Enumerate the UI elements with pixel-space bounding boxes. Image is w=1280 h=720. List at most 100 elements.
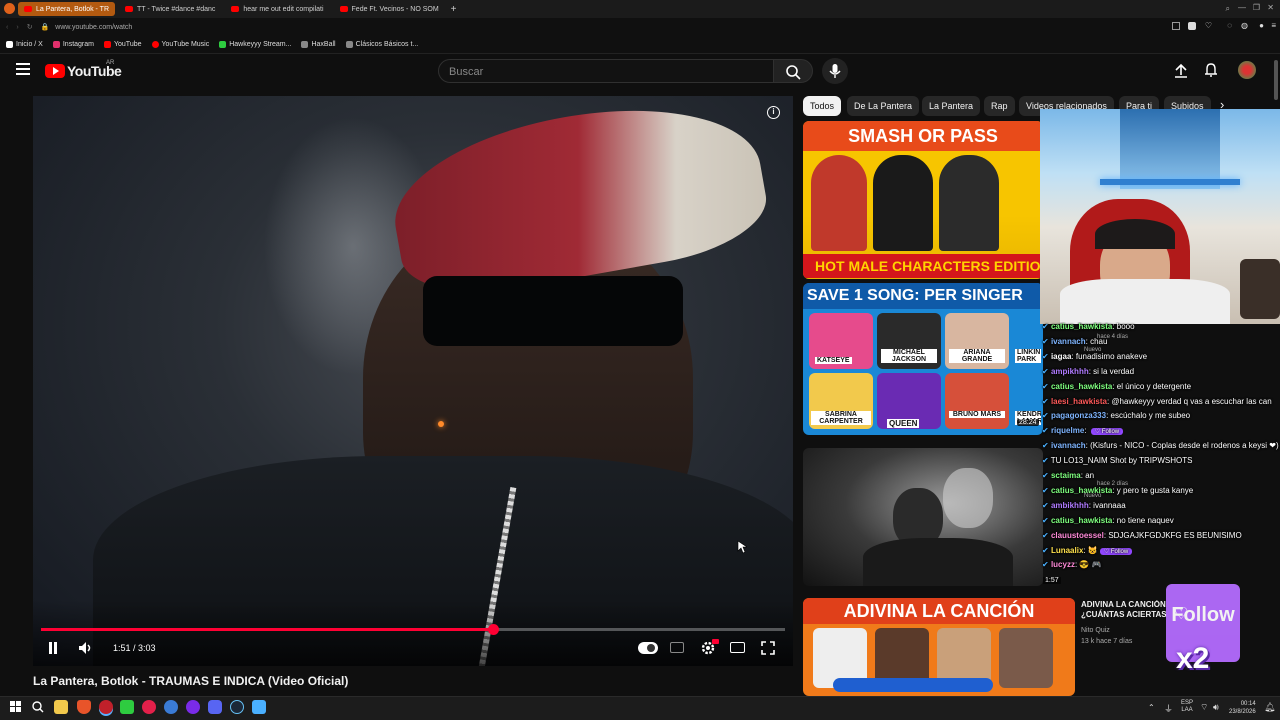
extensions-icon[interactable] bbox=[1172, 22, 1180, 30]
page-scrollbar[interactable] bbox=[1274, 60, 1278, 100]
chat-username[interactable]: laesi_hawkista bbox=[1051, 397, 1107, 406]
shield-icon[interactable] bbox=[1188, 22, 1196, 30]
chat-follow-badge: ♡ Follow bbox=[1099, 547, 1133, 555]
bookmark-hawkeyyy[interactable]: Hawkeyyy Stream... bbox=[219, 41, 291, 48]
chat-username[interactable]: catius_hawkista bbox=[1051, 382, 1112, 391]
rec-thumbnail-adivina-la-cancion[interactable]: ADIVINA LA CANCIÓN bbox=[803, 598, 1075, 696]
tab-4[interactable]: Fede Ft. Vecinos - NO SOM bbox=[334, 2, 445, 16]
forward-icon[interactable]: › bbox=[16, 24, 18, 31]
chat-badge-icon: ✔ bbox=[1042, 351, 1051, 361]
tab-3[interactable]: hear me out edit compilati bbox=[225, 2, 329, 16]
wallet-icon[interactable]: ◍ bbox=[1241, 21, 1248, 30]
rec-channel[interactable]: Nito Quiz bbox=[1081, 627, 1110, 634]
tab-2[interactable]: TT - Twice #dance #danc bbox=[119, 2, 221, 16]
chat-username[interactable]: ambikhhh bbox=[1051, 501, 1089, 510]
theater-mode-icon[interactable] bbox=[730, 642, 745, 653]
chat-username[interactable]: ivannach bbox=[1051, 441, 1086, 450]
upload-icon[interactable] bbox=[1173, 63, 1189, 79]
rec-thumbnail-save-one-song[interactable]: SAVE 1 SONG: PER SINGER KATSEYE MICHAEL … bbox=[803, 283, 1043, 435]
hamburger-menu-icon[interactable] bbox=[16, 63, 30, 75]
maximize-icon[interactable]: ❐ bbox=[1253, 3, 1260, 12]
notifications-bell-icon[interactable] bbox=[1203, 62, 1219, 78]
discord-icon[interactable] bbox=[208, 700, 222, 714]
chat-message: ✔ sctaima: an bbox=[1042, 471, 1095, 480]
chip-la-pantera[interactable]: La Pantera bbox=[922, 96, 981, 116]
subtitles-icon[interactable] bbox=[670, 642, 684, 653]
chat-username[interactable]: riquelme bbox=[1051, 426, 1084, 435]
chat-username[interactable]: sctaima bbox=[1051, 471, 1081, 480]
tab-active[interactable]: La Pantera, Botlok - TR bbox=[18, 2, 116, 16]
notepad-icon[interactable] bbox=[252, 700, 266, 714]
chat-username[interactable]: catius_hawkista bbox=[1051, 322, 1112, 331]
chat-username[interactable]: clauustoessel bbox=[1051, 531, 1104, 540]
chat-badge-icon: ✔ bbox=[1042, 500, 1051, 510]
usb-icon[interactable]: ⏚ bbox=[1164, 702, 1173, 715]
rec-thumbnail-smash-or-pass[interactable]: SMASH OR PASS HOT MALE CHARACTERS EDITIO… bbox=[803, 121, 1043, 279]
language-indicator[interactable]: ESP LAA bbox=[1181, 700, 1193, 714]
chat-username[interactable]: pagagonza333 bbox=[1051, 411, 1106, 420]
tray-chevron-icon[interactable]: ⌃ bbox=[1148, 703, 1155, 712]
chip-de-la-pantera[interactable]: De La Pantera bbox=[847, 96, 920, 116]
progress-scrubber[interactable] bbox=[487, 624, 499, 635]
face-3 bbox=[939, 155, 999, 251]
chat-username[interactable]: ampikhhh bbox=[1051, 367, 1089, 376]
search-tabs-icon[interactable]: ⌕ bbox=[1226, 4, 1230, 14]
progress-bar[interactable] bbox=[41, 624, 785, 635]
rec-thumbnail-bw-music-video[interactable] bbox=[803, 448, 1043, 586]
back-icon[interactable]: ‹ bbox=[6, 24, 8, 31]
autoplay-toggle[interactable] bbox=[638, 642, 658, 654]
webcam-feed bbox=[1040, 109, 1280, 324]
chat-username[interactable]: iagaa bbox=[1051, 352, 1071, 361]
pause-button[interactable] bbox=[47, 642, 59, 654]
obs-icon[interactable] bbox=[186, 700, 200, 714]
bookmark-youtube-music[interactable]: YouTube Music bbox=[151, 41, 209, 48]
bookmark-youtube[interactable]: YouTube bbox=[103, 41, 142, 48]
chat-message: ✔ ambikhhh: ivannaaa bbox=[1042, 500, 1126, 510]
url-field[interactable]: www.youtube.com/watch bbox=[55, 24, 132, 31]
youtube-logo-icon[interactable] bbox=[45, 64, 65, 78]
video-player[interactable]: i bbox=[33, 96, 793, 666]
bookmark-haxball[interactable]: HaxBall bbox=[301, 41, 336, 48]
chat-username[interactable]: catius_hawkista bbox=[1051, 486, 1112, 495]
wifi-icon[interactable]: ⌔ bbox=[1200, 702, 1208, 713]
heart-icon[interactable]: ♡ bbox=[1205, 21, 1212, 30]
search-input[interactable]: Buscar bbox=[438, 59, 774, 83]
reload-icon[interactable]: ↻ bbox=[27, 23, 33, 31]
info-icon[interactable]: i bbox=[767, 106, 780, 119]
chat-username[interactable]: lucyzz bbox=[1051, 560, 1075, 569]
media-player-icon[interactable] bbox=[142, 700, 156, 714]
bookmark-clasicos[interactable]: Clásicos Básicos t... bbox=[345, 41, 418, 48]
voice-search-button[interactable] bbox=[822, 58, 848, 84]
minimize-icon[interactable]: — bbox=[1238, 3, 1246, 12]
menu-icon[interactable]: ≡ bbox=[1271, 21, 1276, 30]
clock[interactable]: 00:14 23/8/2026 bbox=[1229, 700, 1256, 716]
steam-icon[interactable] bbox=[230, 700, 244, 714]
bookmark-x[interactable]: Inicio / X bbox=[6, 41, 43, 48]
avatar[interactable] bbox=[1238, 61, 1256, 79]
kick-app-icon[interactable] bbox=[120, 700, 134, 714]
opera-icon[interactable] bbox=[99, 700, 113, 714]
windows-start-icon[interactable] bbox=[9, 700, 23, 714]
chip-todos[interactable]: Todos bbox=[803, 96, 842, 116]
chat-icon[interactable]: ◌ bbox=[1227, 21, 1232, 30]
brave-icon[interactable] bbox=[77, 700, 91, 714]
notification-center-icon[interactable]: 🔔︎ bbox=[1264, 702, 1275, 713]
chat-username[interactable]: catius_hawkista bbox=[1051, 516, 1112, 525]
search-button[interactable] bbox=[773, 59, 813, 83]
fullscreen-icon[interactable] bbox=[760, 640, 776, 656]
chip-rap[interactable]: Rap bbox=[984, 96, 1015, 116]
volume-icon[interactable] bbox=[77, 640, 95, 656]
rec-title[interactable]: ADIVINA LA CANCIÓN ¿CUÁNTAS ACIERTAS bbox=[1081, 600, 1171, 620]
new-tab-button[interactable]: + bbox=[451, 4, 457, 15]
speaker-icon[interactable]: 🔊︎ bbox=[1213, 702, 1219, 713]
browser-logo-icon[interactable] bbox=[4, 3, 15, 14]
taskbar-search-icon[interactable] bbox=[31, 700, 45, 714]
profile-icon[interactable]: ● bbox=[1259, 21, 1264, 30]
app-icon-blue[interactable] bbox=[164, 700, 178, 714]
close-window-icon[interactable]: ✕ bbox=[1267, 3, 1274, 12]
chat-username[interactable]: Lunaalix bbox=[1051, 546, 1083, 555]
chat-username[interactable]: ivannach bbox=[1051, 337, 1086, 346]
bookmark-instagram[interactable]: Instagram bbox=[52, 41, 94, 48]
chat-message: ✔ riquelme: ♡ Follow bbox=[1042, 426, 1124, 436]
file-explorer-icon[interactable] bbox=[54, 700, 68, 714]
